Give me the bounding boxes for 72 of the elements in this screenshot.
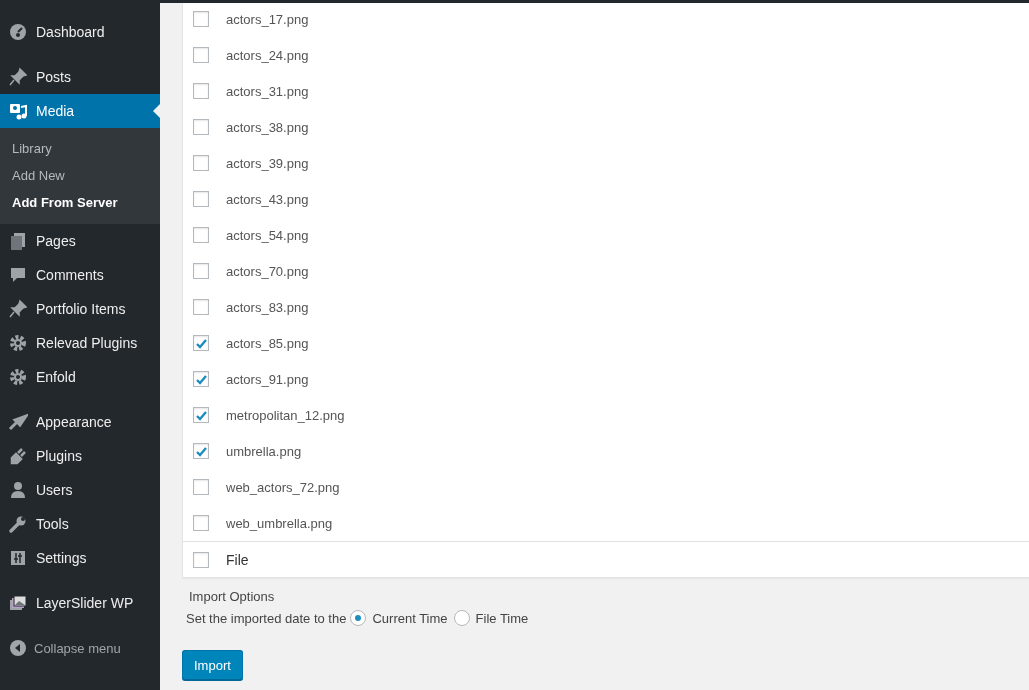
collapse-icon	[10, 640, 26, 656]
menu-item[interactable]: LayerSlider WP	[0, 586, 160, 620]
menu-item[interactable]: Plugins	[0, 439, 160, 473]
select-all-checkbox[interactable]	[193, 551, 209, 568]
menu-icon	[8, 299, 28, 319]
menu-icon	[8, 593, 28, 613]
submenu-item[interactable]: Add From Server	[0, 189, 160, 216]
file-checkbox[interactable]	[193, 443, 209, 459]
option-label: Set the imported date to the	[186, 610, 347, 626]
import-button[interactable]: Import	[182, 650, 243, 680]
file-checkbox[interactable]	[193, 227, 209, 243]
submenu-item[interactable]: Library	[0, 135, 160, 162]
file-checkbox[interactable]	[193, 155, 209, 171]
file-name: actors_24.png	[226, 47, 309, 63]
file-name: actors_91.png	[226, 371, 309, 387]
file-checkbox[interactable]	[193, 47, 209, 63]
radio-label: File Time	[475, 610, 529, 626]
menu-icon	[8, 67, 28, 87]
file-name: web_actors_72.png	[226, 479, 340, 495]
menu-item[interactable]: Posts	[0, 60, 160, 94]
radio-button[interactable]	[453, 610, 470, 626]
file-checkbox[interactable]	[193, 83, 209, 99]
menu-item[interactable]: Appearance	[0, 405, 160, 439]
menu-icon	[8, 548, 28, 568]
collapse-menu-button[interactable]: Collapse menu	[0, 631, 160, 665]
menu-item[interactable]: Settings	[0, 541, 160, 575]
section-title: Import Options	[189, 589, 275, 604]
file-checkbox[interactable]	[193, 407, 209, 423]
menu-icon	[8, 514, 28, 534]
menu-item[interactable]: Users	[0, 473, 160, 507]
radio-button[interactable]	[350, 610, 367, 626]
file-name: actors_31.png	[226, 83, 309, 99]
file-name: actors_17.png	[226, 11, 309, 27]
file-checkbox[interactable]	[193, 11, 209, 27]
file-checkbox[interactable]	[193, 191, 209, 207]
submenu-item[interactable]: Add New	[0, 162, 160, 189]
file-name: actors_43.png	[226, 191, 309, 207]
menu-icon	[8, 333, 28, 353]
menu-icon	[8, 367, 28, 387]
menu-icon	[8, 101, 28, 121]
file-name: actors_70.png	[226, 263, 309, 279]
file-name: actors_38.png	[226, 119, 309, 135]
file-name: actors_83.png	[226, 299, 309, 315]
file-checkbox[interactable]	[193, 119, 209, 135]
menu-icon	[8, 265, 28, 285]
file-name: umbrella.png	[226, 443, 302, 459]
file-checkbox[interactable]	[193, 371, 209, 387]
file-checkbox[interactable]	[193, 263, 209, 279]
menu-item[interactable]: Pages	[0, 224, 160, 258]
menu-icon	[8, 412, 28, 432]
file-checkbox[interactable]	[193, 479, 209, 495]
radio-label: Current Time	[372, 610, 448, 626]
menu-icon	[8, 446, 28, 466]
menu-icon	[8, 480, 28, 500]
file-name: actors_39.png	[226, 155, 309, 171]
menu-icon	[8, 22, 28, 42]
file-name: actors_85.png	[226, 335, 309, 351]
file-name: web_umbrella.png	[226, 515, 333, 531]
file-checkbox[interactable]	[193, 335, 209, 351]
file-name: metropolitan_12.png	[226, 407, 345, 423]
menu-item[interactable]: Portfolio Items	[0, 292, 160, 326]
menu-icon	[8, 231, 28, 251]
file-checkbox[interactable]	[193, 515, 209, 531]
menu-item[interactable]: Enfold	[0, 360, 160, 394]
menu-item[interactable]: Dashboard	[0, 15, 160, 49]
file-checkbox[interactable]	[193, 299, 209, 315]
menu-item[interactable]: Media	[0, 94, 160, 128]
menu-item[interactable]: Tools	[0, 507, 160, 541]
menu-item[interactable]: Comments	[0, 258, 160, 292]
column-header: File	[226, 551, 249, 568]
menu-item[interactable]: Relevad Plugins	[0, 326, 160, 360]
file-name: actors_54.png	[226, 227, 309, 243]
